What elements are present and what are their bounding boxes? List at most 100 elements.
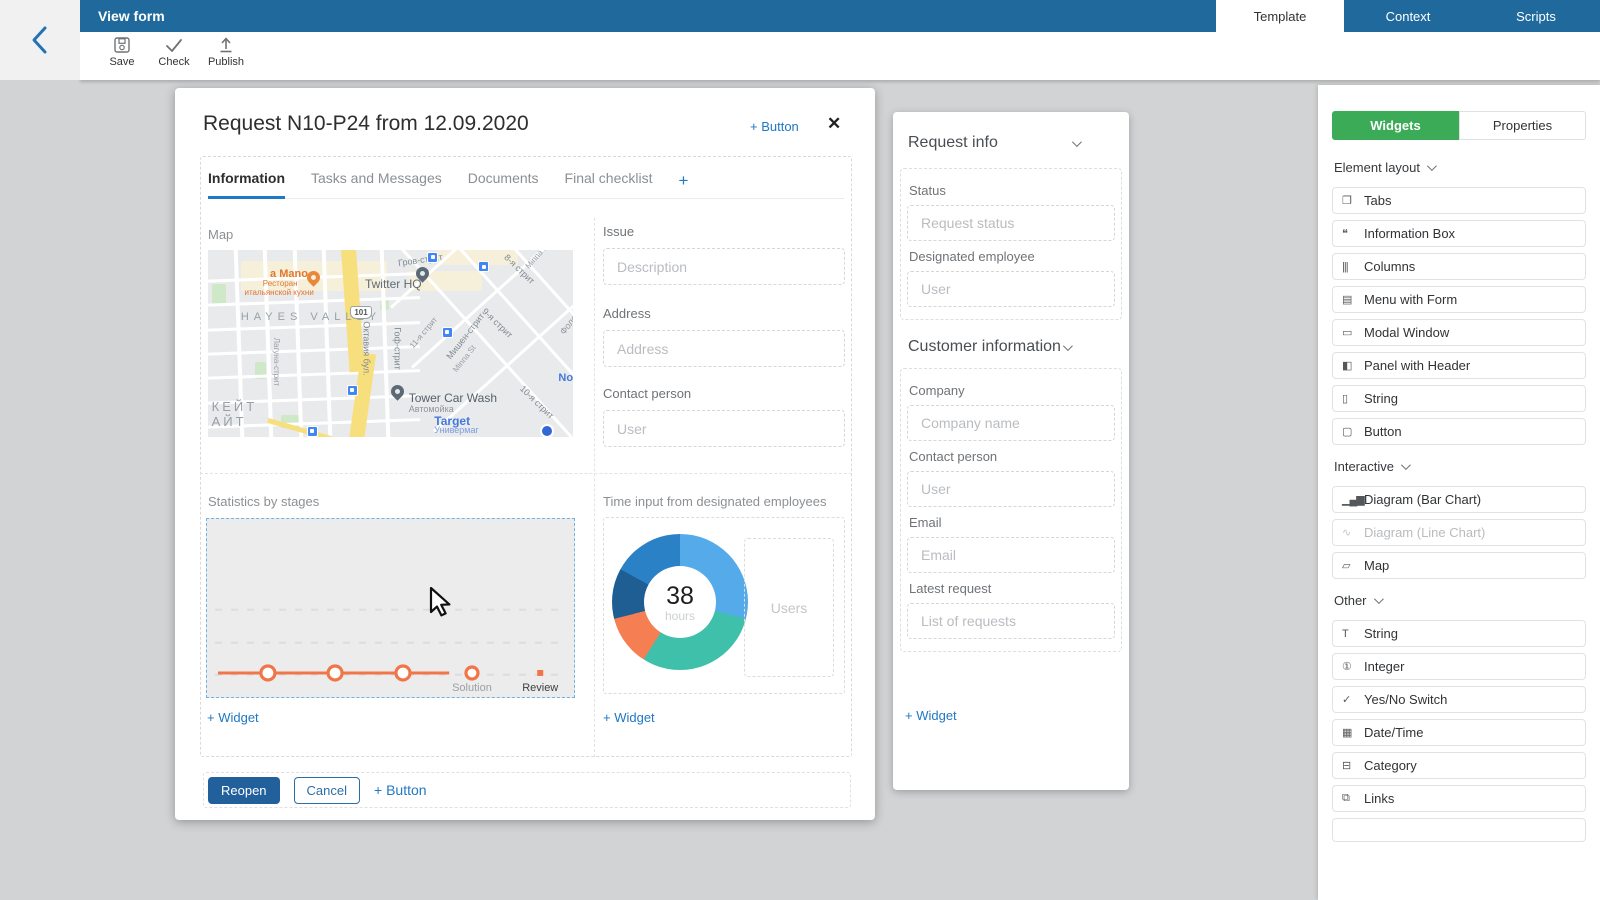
integer-icon: ① bbox=[1342, 660, 1364, 673]
request-info-group: Status Request status Designated employe… bbox=[900, 168, 1122, 320]
map-label: итальянской кухни bbox=[245, 289, 314, 297]
widget-item-category[interactable]: ⊟Category bbox=[1332, 752, 1586, 779]
section-element-layout[interactable]: Element layout bbox=[1334, 160, 1584, 175]
row-divider bbox=[200, 473, 852, 474]
issue-field[interactable]: Description bbox=[603, 248, 845, 285]
reopen-button[interactable]: Reopen bbox=[208, 777, 280, 804]
email-field[interactable]: Email bbox=[907, 537, 1115, 573]
add-tab-icon[interactable]: + bbox=[678, 174, 688, 188]
links-icon: ⧉ bbox=[1342, 792, 1364, 805]
widget-item-diagram-bar-chart[interactable]: ▁▄▆Diagram (Bar Chart) bbox=[1332, 486, 1586, 513]
widget-item-integer[interactable]: ①Integer bbox=[1332, 653, 1586, 680]
transit-station-icon bbox=[347, 385, 358, 396]
string-box-icon: ▯ bbox=[1342, 392, 1364, 405]
users-legend-placeholder[interactable]: Users bbox=[744, 538, 834, 677]
widget-item-information-box[interactable]: ❝Information Box bbox=[1332, 220, 1586, 247]
donut-value: 38 bbox=[666, 582, 694, 611]
section-other[interactable]: Other bbox=[1334, 593, 1584, 608]
map-widget[interactable]: Гров-стритMinna St8-я стритa ManoРестора… bbox=[208, 250, 573, 437]
widget-item-modal-window[interactable]: ▭Modal Window bbox=[1332, 319, 1586, 346]
check-label: Check bbox=[158, 56, 189, 68]
request-info-header[interactable]: Request info bbox=[908, 134, 1079, 152]
tab-properties[interactable]: Properties bbox=[1459, 111, 1586, 140]
transit-station-icon bbox=[307, 426, 318, 437]
widget-item-button[interactable]: ▢Button bbox=[1332, 418, 1586, 445]
map-widget-label: Map bbox=[208, 227, 233, 242]
cancel-button[interactable]: Cancel bbox=[294, 777, 360, 804]
widget-item-yes-no-switch[interactable]: ✓Yes/No Switch bbox=[1332, 686, 1586, 713]
widget-item-map[interactable]: ▱Map bbox=[1332, 552, 1586, 579]
designated-employee-field[interactable]: User bbox=[907, 271, 1115, 307]
form-tab-strip: Information Tasks and Messages Documents… bbox=[208, 170, 844, 199]
widget-item-string[interactable]: ▯String bbox=[1332, 385, 1586, 412]
bar-chart-icon: ▁▄▆ bbox=[1342, 493, 1364, 506]
form-title: Request N10-P24 from 12.09.2020 bbox=[203, 112, 529, 136]
latest-request-label: Latest request bbox=[909, 581, 1113, 596]
column-divider bbox=[594, 218, 595, 757]
info-side-panel: Request info Status Request status Desig… bbox=[893, 112, 1129, 790]
map-label: Tower Car Wash bbox=[409, 392, 497, 404]
back-chevron-icon[interactable] bbox=[29, 25, 51, 55]
mouse-cursor bbox=[429, 587, 455, 622]
map-label: Ресторан bbox=[263, 280, 298, 288]
donut-unit: hours bbox=[665, 609, 695, 623]
donut-chart-widget[interactable]: 38 hours Users bbox=[603, 517, 845, 694]
customer-information-header[interactable]: Customer information bbox=[908, 338, 1070, 356]
map-label: 10-я стрит bbox=[518, 384, 555, 420]
widget-item-columns[interactable]: |||Columns bbox=[1332, 253, 1586, 280]
menu-with-form-icon: ▤ bbox=[1342, 293, 1364, 306]
tab-context[interactable]: Context bbox=[1344, 0, 1472, 32]
donut-chart: 38 hours bbox=[612, 534, 748, 670]
address-label: Address bbox=[603, 306, 845, 321]
time-widget-label: Time input from designated employees bbox=[603, 494, 827, 509]
status-field[interactable]: Request status bbox=[907, 205, 1115, 241]
widget-item-string-other[interactable]: TString bbox=[1332, 620, 1586, 647]
line-chart-icon: ∿ bbox=[1342, 526, 1364, 539]
svg-text:Solution: Solution bbox=[452, 682, 492, 694]
tabs-icon: ❐ bbox=[1342, 194, 1364, 207]
widget-item-date-time[interactable]: ▦Date/Time bbox=[1332, 719, 1586, 746]
add-widget-link-right[interactable]: + Widget bbox=[603, 710, 655, 725]
widget-item-tabs[interactable]: ❐Tabs bbox=[1332, 187, 1586, 214]
map-label: Автомойка bbox=[409, 405, 454, 414]
tab-tasks-and-messages[interactable]: Tasks and Messages bbox=[311, 170, 442, 188]
publish-button[interactable]: Publish bbox=[200, 36, 252, 68]
tab-widgets[interactable]: Widgets bbox=[1332, 111, 1459, 140]
latest-request-field[interactable]: List of requests bbox=[907, 603, 1115, 639]
form-footer: Reopen Cancel + Button bbox=[203, 772, 851, 808]
close-icon[interactable]: ✕ bbox=[827, 114, 841, 134]
top-bar: View form Template Context Scripts bbox=[80, 0, 1600, 32]
status-label: Status bbox=[909, 183, 1113, 198]
svg-text:Review: Review bbox=[522, 682, 558, 694]
widget-item-menu-with-form[interactable]: ▤Menu with Form bbox=[1332, 286, 1586, 313]
tab-final-checklist[interactable]: Final checklist bbox=[565, 170, 653, 188]
toolbar: Save Check Publish bbox=[80, 32, 1600, 80]
contact-person-field[interactable]: User bbox=[603, 410, 845, 447]
add-widget-link-panel[interactable]: + Widget bbox=[905, 708, 957, 723]
publish-label: Publish bbox=[208, 56, 244, 68]
contact-person-field[interactable]: User bbox=[907, 471, 1115, 507]
category-icon: ⊟ bbox=[1342, 759, 1364, 772]
add-footer-button[interactable]: + Button bbox=[374, 782, 427, 798]
tab-template[interactable]: Template bbox=[1216, 0, 1344, 32]
chevron-down-icon bbox=[1373, 594, 1383, 604]
add-header-button[interactable]: + Button bbox=[750, 119, 799, 134]
line-chart-widget[interactable]: Solution Review bbox=[206, 518, 575, 698]
save-button[interactable]: Save bbox=[96, 36, 148, 68]
check-button[interactable]: Check bbox=[148, 36, 200, 68]
widget-item-diagram-line-chart[interactable]: ∿Diagram (Line Chart) bbox=[1332, 519, 1586, 546]
tab-documents[interactable]: Documents bbox=[468, 170, 539, 188]
widget-item-links[interactable]: ⧉Links bbox=[1332, 785, 1586, 812]
contact-person-label: Contact person bbox=[603, 386, 845, 401]
tab-information[interactable]: Information bbox=[208, 170, 285, 188]
section-interactive[interactable]: Interactive bbox=[1334, 459, 1584, 474]
tab-scripts[interactable]: Scripts bbox=[1472, 0, 1600, 32]
email-label: Email bbox=[909, 515, 1113, 530]
datetime-icon: ▦ bbox=[1342, 726, 1364, 739]
button-icon: ▢ bbox=[1342, 425, 1364, 438]
address-field[interactable]: Address bbox=[603, 330, 845, 367]
add-widget-link-left[interactable]: + Widget bbox=[207, 710, 259, 725]
company-field[interactable]: Company name bbox=[907, 405, 1115, 441]
back-area bbox=[0, 0, 80, 80]
widget-item-panel-with-header[interactable]: ◧Panel with Header bbox=[1332, 352, 1586, 379]
